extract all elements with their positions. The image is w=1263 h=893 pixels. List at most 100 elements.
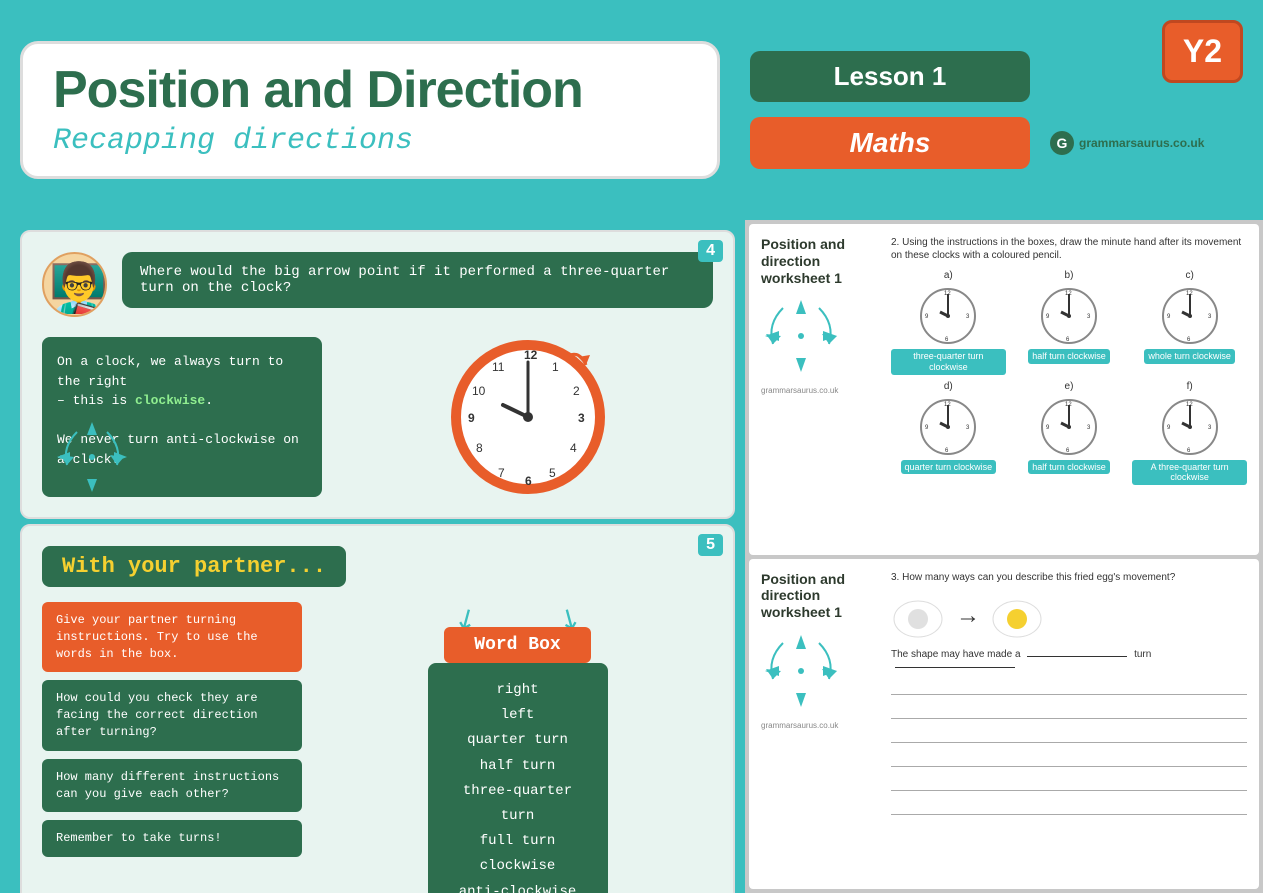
clock-grid: a) 12 3 6 9 three-quarter turn clockwise — [891, 270, 1247, 485]
clock-c-svg: 12 3 6 9 — [1160, 286, 1220, 346]
svg-text:6: 6 — [525, 474, 532, 488]
instruction-1: Give your partner turning instructions. … — [42, 602, 302, 672]
word-box-title: Word Box — [444, 627, 590, 663]
slide-5: 5 With your partner... Give your partner… — [20, 524, 735, 893]
blank-1 — [1027, 656, 1127, 657]
maths-badge: Maths — [750, 117, 1030, 169]
svg-text:8: 8 — [476, 441, 483, 455]
instruction-4: Remember to take turns! — [42, 820, 302, 857]
right-panel: Position and direction worksheet 1 gramm… — [745, 220, 1263, 893]
svg-text:4: 4 — [570, 441, 577, 455]
compass-indicator — [52, 417, 132, 502]
clock-b-label: half turn clockwise — [1028, 349, 1110, 364]
write-line-3 — [891, 727, 1247, 743]
egg-before — [891, 594, 946, 639]
instructions-col: Give your partner turning instructions. … — [42, 602, 302, 893]
svg-text:10: 10 — [472, 384, 486, 398]
clock-f-svg: 12 3 6 9 — [1160, 397, 1220, 457]
ws1-title: Position and direction worksheet 1 — [761, 236, 881, 286]
word-left: left — [458, 703, 578, 728]
clock-c-label: whole turn clockwise — [1144, 349, 1235, 364]
egg-movement: → — [891, 594, 1247, 639]
svg-text:2: 2 — [573, 384, 580, 398]
egg-after — [990, 594, 1045, 639]
word-box-col: ↙ ↘ Word Box right left quarter turn hal… — [322, 602, 713, 893]
clockwise-word: clockwise — [135, 393, 205, 408]
clock-item-f: f) 12 3 6 9 A three-quarter turn clockwi… — [1132, 381, 1247, 486]
svg-text:9: 9 — [468, 411, 475, 425]
svg-text:12: 12 — [524, 348, 538, 362]
content-area: 4 Where would the big arrow point if it … — [0, 220, 1263, 893]
svg-text:1: 1 — [552, 360, 559, 374]
worksheet-2: Position and direction worksheet 1 gramm… — [749, 559, 1259, 890]
worksheet-1: Position and direction worksheet 1 gramm… — [749, 224, 1259, 555]
lesson-badge: Lesson 1 — [750, 51, 1030, 102]
ws1-footer: grammarsaurus.co.uk — [761, 386, 881, 395]
svg-text:3: 3 — [578, 411, 585, 425]
ws1-compass — [761, 296, 841, 376]
fill-sentence: The shape may have made a turn — [891, 649, 1247, 671]
write-line-6 — [891, 799, 1247, 815]
word-clockwise: clockwise — [458, 854, 578, 879]
clock-a-svg: 12 3 6 9 — [918, 286, 978, 346]
with-partner-header: With your partner... — [42, 546, 346, 587]
instruction-3: How many different instructions can you … — [42, 759, 302, 813]
clock-area: 12 3 6 9 1 2 4 5 7 8 10 11 — [342, 337, 713, 497]
slide-5-number: 5 — [698, 534, 723, 556]
svg-text:5: 5 — [549, 466, 556, 480]
ws2-left: Position and direction worksheet 1 gramm… — [761, 571, 881, 878]
clock-e-label: half turn clockwise — [1028, 460, 1110, 475]
blank-2 — [895, 667, 1015, 668]
maths-row: Maths G grammarsaurus.co.uk — [750, 117, 1204, 169]
write-line-5 — [891, 775, 1247, 791]
text-line1: On a clock, we always turn to the right — [57, 354, 283, 389]
text-line2: – this is clockwise. — [57, 393, 213, 408]
word-quarter: quarter turn — [458, 728, 578, 753]
arrow-right-icon: → — [956, 602, 980, 630]
svg-text:11: 11 — [492, 360, 505, 374]
word-anti-clockwise: anti-clockwise — [458, 880, 578, 893]
slide-4-number: 4 — [698, 240, 723, 262]
ws2-instruction: 3. How many ways can you describe this f… — [891, 571, 1247, 584]
logo-icon: G — [1050, 131, 1074, 155]
clock-d-svg: 12 3 6 9 — [918, 397, 978, 457]
teacher-bubble: Where would the big arrow point if it pe… — [42, 252, 713, 317]
ws1-left: Position and direction worksheet 1 gramm… — [761, 236, 881, 543]
clock-item-a: a) 12 3 6 9 three-quarter turn clockwise — [891, 270, 1006, 375]
grammarsaurus-text: grammarsaurus.co.uk — [1079, 136, 1204, 150]
ws1-instruction: 2. Using the instructions in the boxes, … — [891, 236, 1247, 262]
word-three-quarter: three-quarter turn — [458, 779, 578, 829]
write-line-2 — [891, 703, 1247, 719]
clock-item-b: b) 12 3 6 9 half turn clockwise — [1012, 270, 1127, 375]
clock-item-d: d) 12 3 6 9 quarter turn clockwise — [891, 381, 1006, 486]
word-half: half turn — [458, 754, 578, 779]
slide-body: On a clock, we always turn to the right … — [42, 337, 713, 497]
clock-item-c: c) 12 3 6 9 whole turn clockwise — [1132, 270, 1247, 375]
header: Position and Direction Recapping directi… — [0, 0, 1263, 220]
clock-e-svg: 12 3 6 9 — [1039, 397, 1099, 457]
main-title: Position and Direction — [53, 62, 687, 119]
word-full: full turn — [458, 829, 578, 854]
word-right: right — [458, 678, 578, 703]
instruction-2: How could you check they are facing the … — [42, 680, 302, 750]
subtitle: Recapping directions — [53, 124, 687, 158]
svg-text:7: 7 — [498, 466, 505, 480]
write-line-1 — [891, 679, 1247, 695]
ws2-footer: grammarsaurus.co.uk — [761, 721, 881, 730]
clock-a-label: three-quarter turn clockwise — [891, 349, 1006, 375]
ws2-right: 3. How many ways can you describe this f… — [891, 571, 1247, 878]
teacher-avatar — [42, 252, 107, 317]
title-box: Position and Direction Recapping directi… — [20, 41, 720, 178]
partner-content: Give your partner turning instructions. … — [42, 602, 713, 893]
clock-f-label: A three-quarter turn clockwise — [1132, 460, 1247, 486]
clock-b-svg: 12 3 6 9 — [1039, 286, 1099, 346]
clock-item-e: e) 12 3 6 9 half turn clockwise — [1012, 381, 1127, 486]
write-line-4 — [891, 751, 1247, 767]
left-panel: 4 Where would the big arrow point if it … — [0, 220, 745, 893]
clock-d-label: quarter turn clockwise — [901, 460, 997, 475]
clock-svg: 12 3 6 9 1 2 4 5 7 8 10 11 — [448, 337, 608, 497]
slide-4: 4 Where would the big arrow point if it … — [20, 230, 735, 519]
ws1-right: 2. Using the instructions in the boxes, … — [891, 236, 1247, 543]
word-box-body: right left quarter turn half turn three-… — [428, 663, 608, 893]
speech-bubble: Where would the big arrow point if it pe… — [122, 252, 713, 308]
